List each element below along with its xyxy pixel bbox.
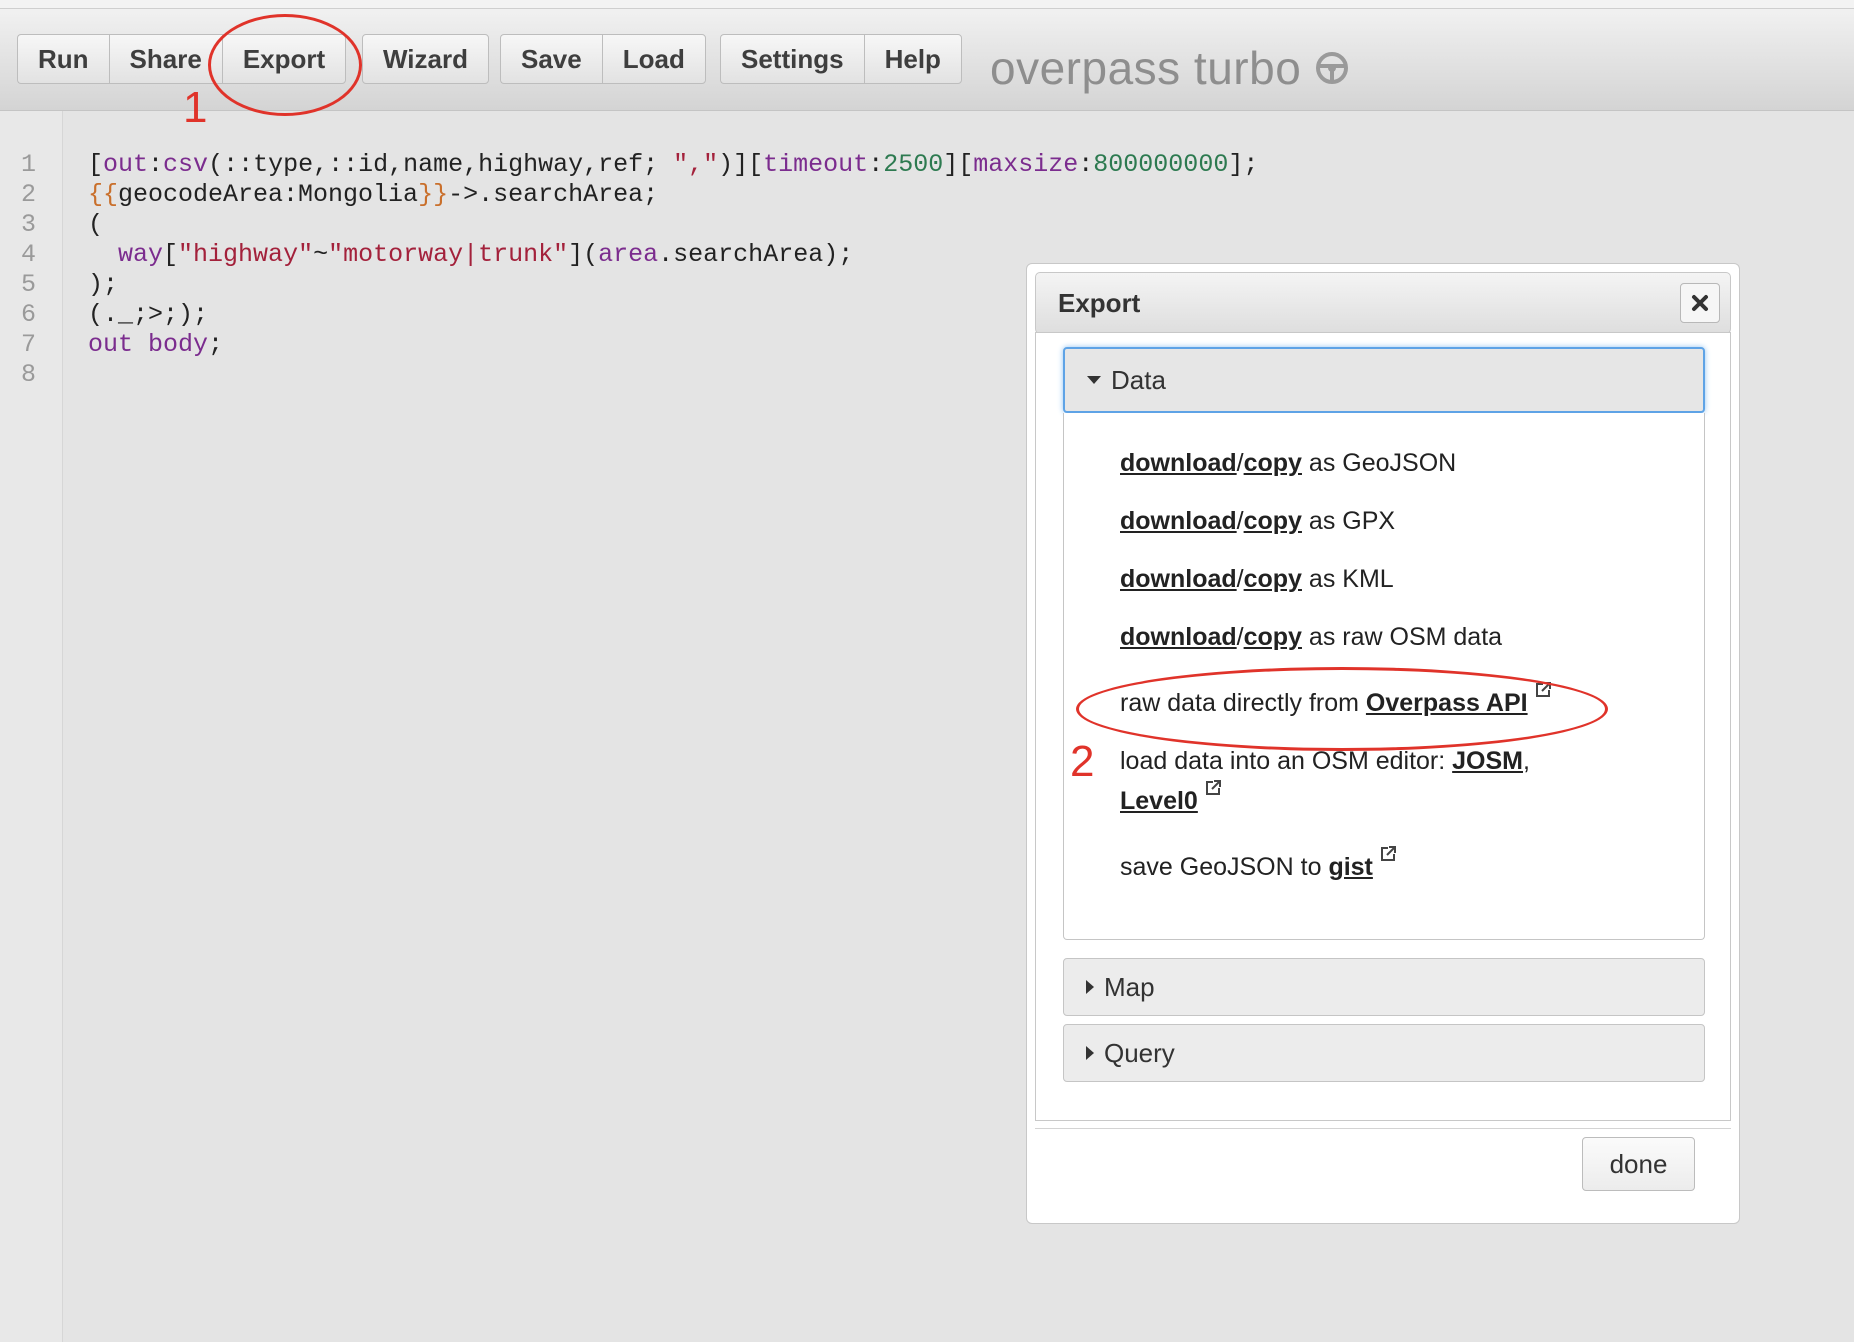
gist-link[interactable]: gist bbox=[1328, 853, 1372, 881]
separator: / bbox=[1236, 507, 1244, 535]
line-number: 5 bbox=[20, 270, 36, 299]
caret-right-icon bbox=[1086, 980, 1094, 994]
code-line-6[interactable]: (._;>;); bbox=[88, 300, 208, 330]
export-gpx-row: download/copy as GPX bbox=[1120, 501, 1395, 541]
caret-right-icon bbox=[1086, 1046, 1094, 1060]
settings-help-group: Settings Help bbox=[720, 34, 962, 86]
annotation-ellipse-overpass-api bbox=[1076, 667, 1608, 751]
close-icon bbox=[1692, 295, 1708, 311]
accordion-query-label: Query bbox=[1104, 1037, 1175, 1068]
close-button[interactable] bbox=[1680, 283, 1720, 323]
format-label: as KML bbox=[1301, 565, 1394, 593]
annotation-number-2: 2 bbox=[1070, 737, 1095, 786]
load-button[interactable]: Load bbox=[601, 34, 706, 84]
share-button[interactable]: Share bbox=[108, 34, 222, 84]
brand-title: overpass turbo bbox=[990, 42, 1302, 94]
format-label: as raw OSM data bbox=[1301, 623, 1503, 651]
accordion-data-label: Data bbox=[1111, 364, 1166, 395]
run-button[interactable]: Run bbox=[17, 34, 109, 84]
format-label: as GPX bbox=[1301, 507, 1396, 535]
line-number: 4 bbox=[20, 240, 36, 269]
copy-kml-link[interactable]: copy bbox=[1244, 565, 1302, 593]
gist-row: save GeoJSON to gist bbox=[1120, 846, 1397, 887]
josm-link[interactable]: JOSM bbox=[1452, 747, 1523, 775]
code-line-1[interactable]: [out:csv(::type,::id,name,highway,ref; "… bbox=[88, 150, 1258, 180]
line-number: 3 bbox=[20, 210, 36, 239]
dialog-titlebar[interactable]: Export bbox=[1035, 272, 1731, 334]
download-geojson-link[interactable]: download bbox=[1120, 449, 1237, 477]
help-button[interactable]: Help bbox=[863, 34, 962, 84]
caret-down-icon bbox=[1087, 376, 1101, 384]
wizard-group: Wizard bbox=[362, 34, 489, 86]
wizard-button[interactable]: Wizard bbox=[362, 34, 489, 84]
format-label: as GeoJSON bbox=[1301, 449, 1457, 477]
annotation-ellipse-export bbox=[208, 14, 362, 116]
line-number: 7 bbox=[20, 330, 36, 359]
save-load-group: Save Load bbox=[500, 34, 706, 86]
separator: / bbox=[1236, 623, 1244, 651]
export-kml-row: download/copy as KML bbox=[1120, 559, 1394, 599]
app-brand: overpass turbo bbox=[990, 41, 1349, 95]
line-number: 8 bbox=[20, 360, 36, 389]
dialog-title: Export bbox=[1058, 288, 1141, 318]
code-line-3[interactable]: ( bbox=[88, 210, 103, 240]
annotation-number-1: 1 bbox=[183, 83, 208, 132]
external-link-icon bbox=[1380, 846, 1396, 861]
settings-button[interactable]: Settings bbox=[720, 34, 864, 84]
copy-geojson-link[interactable]: copy bbox=[1244, 449, 1302, 477]
line-number: 1 bbox=[20, 150, 36, 179]
level0-link[interactable]: Level0 bbox=[1120, 787, 1198, 815]
line-number: 6 bbox=[20, 300, 36, 329]
comma: , bbox=[1523, 747, 1530, 775]
separator: / bbox=[1236, 565, 1244, 593]
code-line-7[interactable]: out body; bbox=[88, 330, 223, 360]
code-line-2[interactable]: {{geocodeArea:Mongolia}}->.searchArea; bbox=[88, 180, 658, 210]
line-number: 2 bbox=[20, 180, 36, 209]
code-line-4[interactable]: way["highway"~"motorway|trunk"](area.sea… bbox=[88, 240, 853, 270]
dialog-footer-divider bbox=[1035, 1128, 1731, 1129]
steering-wheel-icon bbox=[1316, 52, 1349, 84]
separator: / bbox=[1236, 449, 1244, 477]
copy-raw-osm-link[interactable]: copy bbox=[1244, 623, 1302, 651]
copy-gpx-link[interactable]: copy bbox=[1244, 507, 1302, 535]
done-button[interactable]: done bbox=[1582, 1137, 1695, 1191]
code-line-5[interactable]: ); bbox=[88, 270, 118, 300]
export-geojson-row: download/copy as GeoJSON bbox=[1120, 443, 1456, 483]
download-gpx-link[interactable]: download bbox=[1120, 507, 1237, 535]
accordion-query-header[interactable]: Query bbox=[1063, 1024, 1705, 1082]
save-button[interactable]: Save bbox=[500, 34, 602, 84]
download-kml-link[interactable]: download bbox=[1120, 565, 1237, 593]
gist-label: save GeoJSON to bbox=[1120, 853, 1329, 881]
export-raw-osm-row: download/copy as raw OSM data bbox=[1120, 617, 1502, 657]
accordion-map-label: Map bbox=[1104, 971, 1155, 1002]
editor-label: load data into an OSM editor: bbox=[1120, 747, 1453, 775]
external-link-icon bbox=[1205, 780, 1221, 795]
accordion-data-header[interactable]: Data bbox=[1063, 347, 1705, 413]
top-border bbox=[0, 0, 1854, 9]
accordion-map-header[interactable]: Map bbox=[1063, 958, 1705, 1016]
download-raw-osm-link[interactable]: download bbox=[1120, 623, 1237, 651]
level0-row: Level0 bbox=[1120, 780, 1222, 821]
